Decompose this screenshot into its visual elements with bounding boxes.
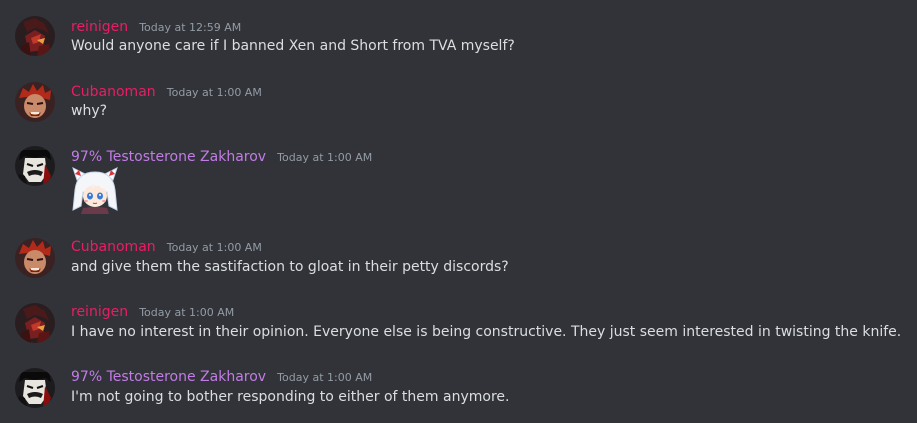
timestamp: Today at 1:00 AM xyxy=(166,86,262,99)
message-content: I'm not going to bother responding to ei… xyxy=(71,389,510,405)
red-dark-character-avatar-icon xyxy=(15,303,55,343)
avatar[interactable] xyxy=(15,82,55,122)
message-content: and give them the sastifaction to gloat … xyxy=(71,259,509,275)
message-list[interactable]: reinigen Today at 12:59 AM Would anyone … xyxy=(0,0,917,423)
username[interactable]: 97% Testosterone Zakharov xyxy=(71,369,266,385)
message-item: Cubanoman Today at 1:00 AM and give them… xyxy=(0,236,917,301)
avatar[interactable] xyxy=(15,238,55,278)
username[interactable]: reinigen xyxy=(71,304,128,320)
avatar[interactable] xyxy=(15,368,55,408)
message-content: why? xyxy=(71,103,108,119)
white-haired-anime-girl-sticker[interactable] xyxy=(71,166,119,214)
username[interactable]: 97% Testosterone Zakharov xyxy=(71,149,266,165)
username[interactable]: Cubanoman xyxy=(71,84,156,100)
pale-mustached-man-avatar-icon xyxy=(15,368,55,408)
message-content: Would anyone care if I banned Xen and Sh… xyxy=(71,38,515,54)
red-dark-character-avatar-icon xyxy=(15,16,55,56)
timestamp: Today at 12:59 AM xyxy=(139,21,242,34)
avatar[interactable] xyxy=(15,16,55,56)
message-item: 97% Testosterone Zakharov Today at 1:00 … xyxy=(0,366,917,423)
timestamp: Today at 1:00 AM xyxy=(166,241,262,254)
red-haired-brawler-avatar-icon xyxy=(15,238,55,278)
timestamp: Today at 1:00 AM xyxy=(277,151,373,164)
message-item: 97% Testosterone Zakharov Today at 1:00 … xyxy=(0,130,917,236)
pale-mustached-man-avatar-icon xyxy=(15,146,55,186)
username[interactable]: Cubanoman xyxy=(71,239,156,255)
username[interactable]: reinigen xyxy=(71,19,128,35)
message-item: reinigen Today at 1:00 AM I have no inte… xyxy=(0,301,917,366)
avatar[interactable] xyxy=(15,146,55,186)
red-haired-brawler-avatar-icon xyxy=(15,82,55,122)
avatar[interactable] xyxy=(15,303,55,343)
message-item: Cubanoman Today at 1:00 AM why? xyxy=(0,65,917,130)
message-item: reinigen Today at 12:59 AM Would anyone … xyxy=(0,0,917,65)
message-content: I have no interest in their opinion. Eve… xyxy=(71,324,902,340)
timestamp: Today at 1:00 AM xyxy=(139,306,235,319)
timestamp: Today at 1:00 AM xyxy=(277,371,373,384)
